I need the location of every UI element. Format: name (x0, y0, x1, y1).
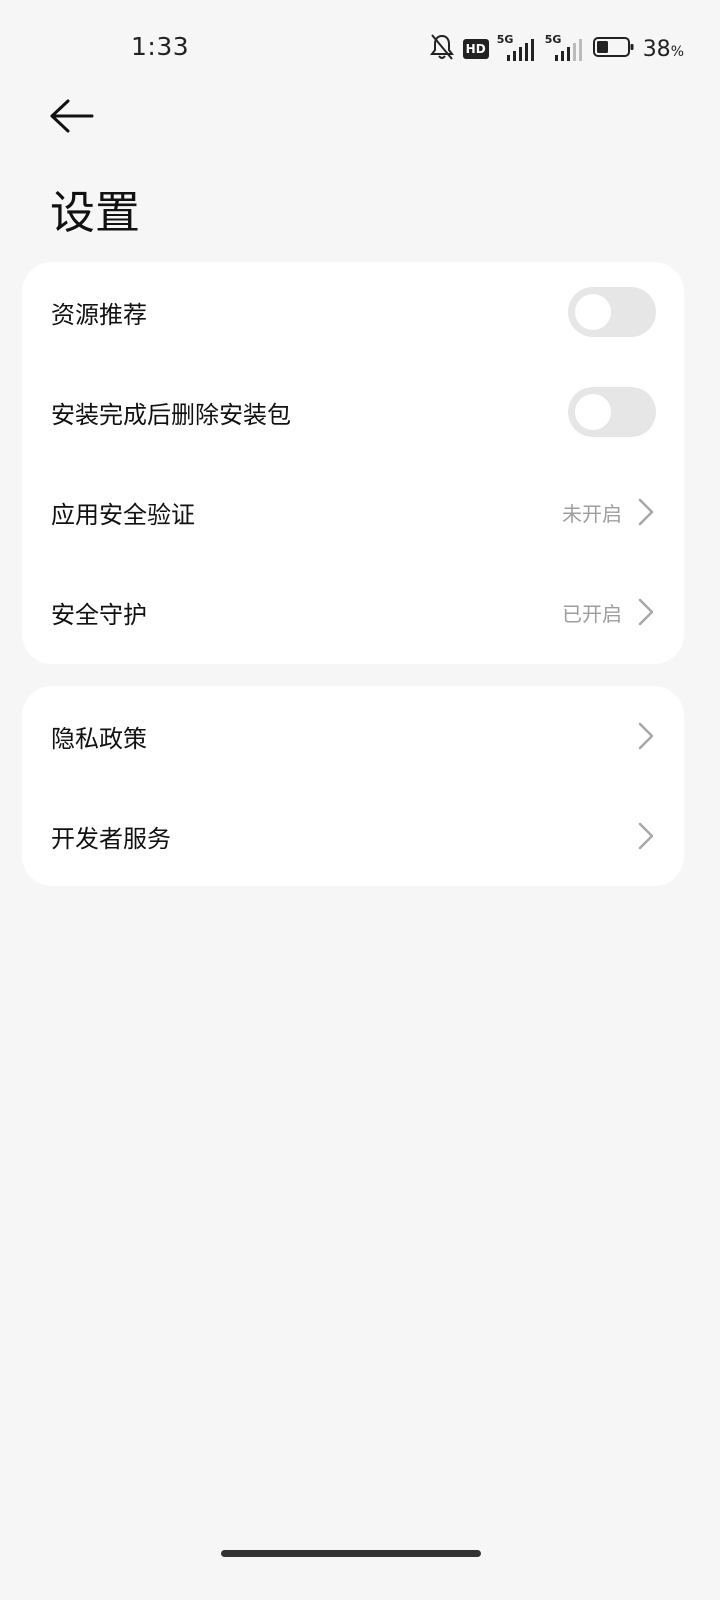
back-button[interactable] (44, 92, 100, 144)
setting-label: 应用安全验证 (51, 500, 195, 529)
delete-package-toggle[interactable] (568, 387, 656, 437)
toggle-knob (575, 294, 611, 330)
status-bar: 1:33 HD 5G 5G 38% (0, 0, 720, 100)
setting-label: 安装完成后删除安装包 (51, 400, 291, 429)
setting-row-delete-package: 安装完成后删除安装包 (22, 362, 684, 462)
battery-icon (592, 36, 635, 62)
bell-muted-icon (429, 33, 455, 65)
setting-status: 未开启 (562, 501, 622, 526)
status-icons: HD 5G 5G 38% (429, 33, 684, 65)
hd-voice-icon: HD (462, 39, 489, 59)
setting-row-security-guard[interactable]: 安全守护 已开启 (22, 562, 684, 662)
settings-card-general: 资源推荐 安装完成后删除安装包 应用安全验证 未开启 安全守护 已开启 (22, 262, 684, 664)
signal-icon-sim2: 5G (545, 33, 585, 63)
page-title: 设置 (50, 186, 141, 239)
chevron-right-icon (636, 821, 656, 851)
setting-label: 资源推荐 (51, 300, 147, 329)
status-time: 1:33 (131, 32, 190, 61)
setting-row-app-security-verify[interactable]: 应用安全验证 未开启 (22, 462, 684, 562)
setting-status: 已开启 (562, 601, 622, 626)
setting-label: 安全守护 (51, 600, 147, 629)
home-indicator[interactable] (221, 1550, 481, 1557)
toggle-knob (575, 394, 611, 430)
setting-row-developer-services[interactable]: 开发者服务 (22, 786, 684, 886)
setting-row-privacy-policy[interactable]: 隐私政策 (22, 686, 684, 786)
battery-percent: 38% (642, 36, 684, 62)
settings-screen: 1:33 HD 5G 5G 38% 设置 资源推荐 安装完成后删除安装包 应用安… (0, 0, 720, 1600)
chevron-right-icon (636, 497, 656, 527)
chevron-right-icon (636, 721, 656, 751)
settings-card-about: 隐私政策 开发者服务 (22, 686, 684, 886)
resource-recommend-toggle[interactable] (568, 287, 656, 337)
signal-icon-sim1: 5G (497, 33, 537, 63)
setting-label: 隐私政策 (51, 724, 147, 753)
chevron-right-icon (636, 597, 656, 627)
setting-row-resource-recommend: 资源推荐 (22, 262, 684, 362)
setting-label: 开发者服务 (51, 824, 171, 853)
arrow-left-icon (49, 98, 95, 138)
